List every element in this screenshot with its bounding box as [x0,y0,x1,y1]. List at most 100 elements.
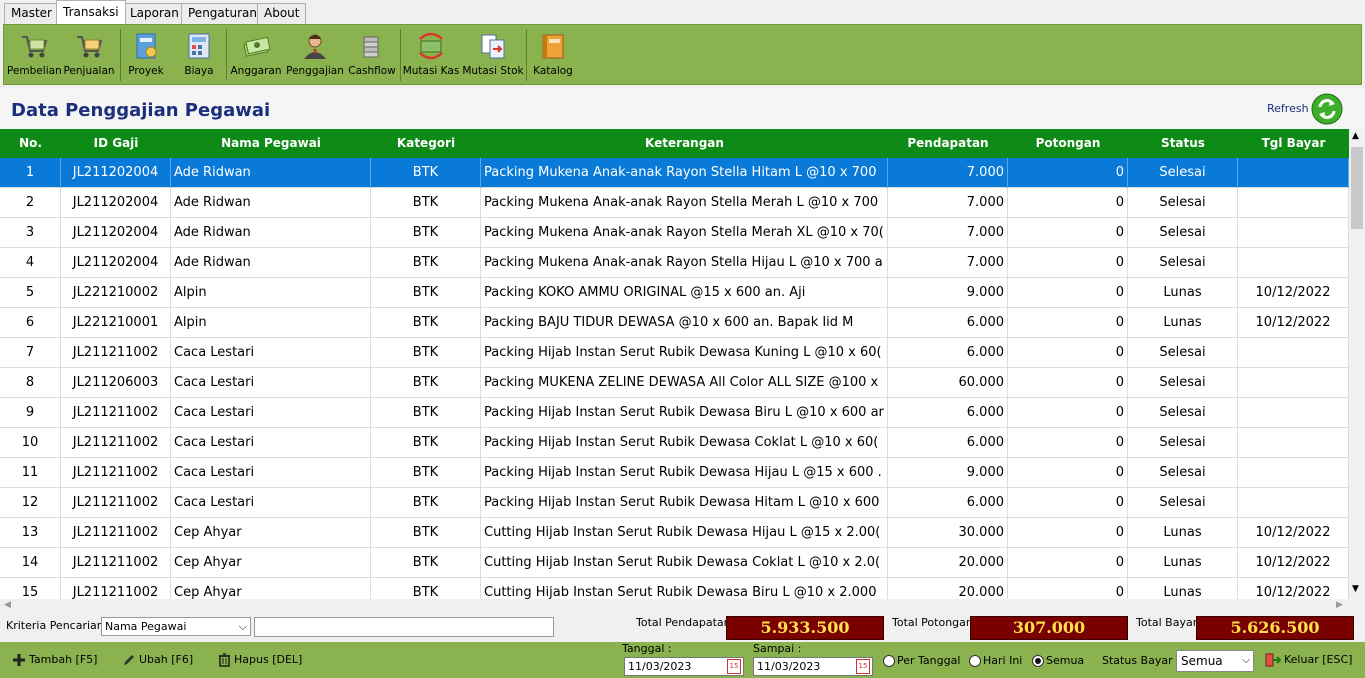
table-row[interactable]: 10 JL211211002 Caca Lestari BTK Packing Hija… [0,428,1349,458]
toolbar: Pembelian Penjualan Proyek Biaya Anggara… [3,24,1362,85]
col-nama-pegawai-cell: Alpin [171,308,371,338]
col-nama-pegawai-cell: Caca Lestari [171,428,371,458]
scroll-right-icon[interactable]: ▶ [1336,600,1343,610]
header-col-keterangan[interactable]: Keterangan [481,129,888,158]
col-potongan-cell: 0 [1008,398,1128,428]
col-status-cell: Selesai [1128,368,1238,398]
menu-master[interactable]: Master [4,3,59,24]
toolbar-separator [400,29,401,81]
delete-button[interactable]: Hapus [DEL] [218,653,302,667]
col-pendapatan-cell: 6.000 [888,398,1008,428]
sampai-input[interactable]: 11/03/2023 15 [753,657,873,676]
col-pendapatan-cell: 6.000 [888,488,1008,518]
table-row[interactable]: 5 JL221210002 Alpin BTK Packing KOKO AMMU OR… [0,278,1349,308]
header-col-id-gaji[interactable]: ID Gaji [61,129,171,158]
table-row[interactable]: 1 JL211202004 Ade Ridwan BTK Packing Mukena … [0,158,1349,188]
col-nama-pegawai-cell: Ade Ridwan [171,158,371,188]
table-row[interactable]: 8 JL211206003 Caca Lestari BTK Packing MUKEN… [0,368,1349,398]
header-col-tgl-bayar[interactable]: Tgl Bayar [1238,129,1349,158]
table-row[interactable]: 15 JL211211002 Cep Ahyar BTK Cutting Hijab I… [0,578,1349,599]
table-row[interactable]: 7 JL211211002 Caca Lestari BTK Packing Hijab… [0,338,1349,368]
menu-about[interactable]: About [257,3,307,24]
col-kategori-cell: BTK [371,518,481,548]
col-no-cell: 8 [0,368,61,398]
col-kategori-cell: BTK [371,548,481,578]
col-kategori-cell: BTK [371,308,481,338]
tanggal-input[interactable]: 11/03/2023 15 [624,657,744,676]
search-input[interactable] [254,617,554,637]
radio-per-tanggal[interactable]: Per Tanggal [883,654,960,667]
criteria-select[interactable]: Nama Pegawai ⌵ [101,617,251,636]
header-col-kategori[interactable]: Kategori [371,129,481,158]
scroll-thumb[interactable] [1351,147,1363,229]
scroll-down-icon[interactable]: ▼ [1352,584,1359,594]
penggajian-button[interactable]: Penggajian [286,29,344,81]
pencil-icon [124,655,134,665]
col-keterangan-cell: Packing MUKENA ZELINE DEWASA All Color A… [481,368,888,398]
biaya-button[interactable]: Biaya [176,29,222,81]
plus-icon [13,654,25,666]
col-status-cell: Selesai [1128,248,1238,278]
col-keterangan-cell: Cutting Hijab Instan Serut Rubik Dewasa … [481,578,888,599]
header-col-status[interactable]: Status [1128,129,1238,158]
col-keterangan-cell: Cutting Hijab Instan Serut Rubik Dewasa … [481,518,888,548]
total-potongan-value: 307.000 [970,616,1128,640]
radio-semua[interactable]: Semua [1032,654,1084,667]
mutasi-stok-button[interactable]: Mutasi Stok [462,29,524,81]
criteria-label: Kriteria Pencarian : [6,619,111,632]
exit-button[interactable]: Keluar [ESC] [1265,653,1352,667]
col-status-cell: Selesai [1128,338,1238,368]
table-row[interactable]: 4 JL211202004 Ade Ridwan BTK Packing Mukena … [0,248,1349,278]
header-col-potongan[interactable]: Potongan [1008,129,1128,158]
table-row[interactable]: 9 JL211211002 Caca Lestari BTK Packing Hijab… [0,398,1349,428]
refresh-label[interactable]: Refresh [1267,102,1309,115]
refresh-icon[interactable] [1311,93,1343,125]
calendar-icon[interactable]: 15 [727,659,741,674]
scroll-up-icon[interactable]: ▲ [1352,131,1359,141]
vertical-scrollbar[interactable]: ▲ ▼ [1349,129,1365,599]
search-bar: Kriteria Pencarian : Nama Pegawai ⌵ Tota… [0,614,1365,642]
radio-hari-ini[interactable]: Hari Ini [969,654,1022,667]
katalog-button[interactable]: Katalog [530,29,576,81]
col-tgl-bayar-cell [1238,458,1349,488]
col-tgl-bayar-cell [1238,428,1349,458]
proyek-button[interactable]: Proyek [123,29,169,81]
scroll-left-icon[interactable]: ◀ [4,600,11,610]
payroll-table[interactable]: No. ID Gaji Nama Pegawai Kategori Keterangan… [0,129,1349,599]
table-row[interactable]: 11 JL211211002 Caca Lestari BTK Packing Hija… [0,458,1349,488]
col-pendapatan-cell: 9.000 [888,458,1008,488]
menu-transaksi[interactable]: Transaksi [56,0,126,24]
add-button[interactable]: Tambah [F5] [12,653,97,667]
horizontal-scrollbar[interactable]: ◀ ▶ [0,599,1349,614]
calendar-icon[interactable]: 15 [856,659,870,674]
menu-laporan[interactable]: Laporan [123,3,186,24]
table-row[interactable]: 13 JL211211002 Cep Ahyar BTK Cutting Hijab I… [0,518,1349,548]
col-tgl-bayar-cell [1238,188,1349,218]
penjualan-button[interactable]: Penjualan [62,29,116,81]
table-row[interactable]: 14 JL211211002 Cep Ahyar BTK Cutting Hijab I… [0,548,1349,578]
cashflow-button[interactable]: Cashflow [346,29,398,81]
edit-button[interactable]: Ubah [F6] [122,653,193,667]
mutasi-kas-button[interactable]: Mutasi Kas [402,29,460,81]
table-row[interactable]: 3 JL211202004 Ade Ridwan BTK Packing Mukena … [0,218,1349,248]
cart-icon [22,36,48,58]
table-row[interactable]: 6 JL221210001 Alpin BTK Packing BAJU TIDUR D… [0,308,1349,338]
table-row[interactable]: 2 JL211202004 Ade Ridwan BTK Packing Mukena … [0,188,1349,218]
col-pendapatan-cell: 6.000 [888,338,1008,368]
header-col-nama-pegawai[interactable]: Nama Pegawai [171,129,371,158]
col-potongan-cell: 0 [1008,518,1128,548]
col-status-cell: Selesai [1128,158,1238,188]
col-no-cell: 9 [0,398,61,428]
chevron-down-icon: ⌵ [1242,655,1250,666]
header-col-no[interactable]: No. [0,129,61,158]
table-row[interactable]: 12 JL211211002 Caca Lestari BTK Packing Hija… [0,488,1349,518]
col-nama-pegawai-cell: Caca Lestari [171,338,371,368]
col-id-gaji-cell: JL211211002 [61,428,171,458]
anggaran-button[interactable]: Anggaran [229,29,283,81]
status-bayar-select[interactable]: Semua ⌵ [1176,650,1254,672]
menu-pengaturan[interactable]: Pengaturan [181,3,264,24]
cart-icon [77,36,103,58]
pembelian-button[interactable]: Pembelian [7,29,62,81]
header-col-pendapatan[interactable]: Pendapatan [888,129,1008,158]
col-nama-pegawai-cell: Cep Ahyar [171,548,371,578]
